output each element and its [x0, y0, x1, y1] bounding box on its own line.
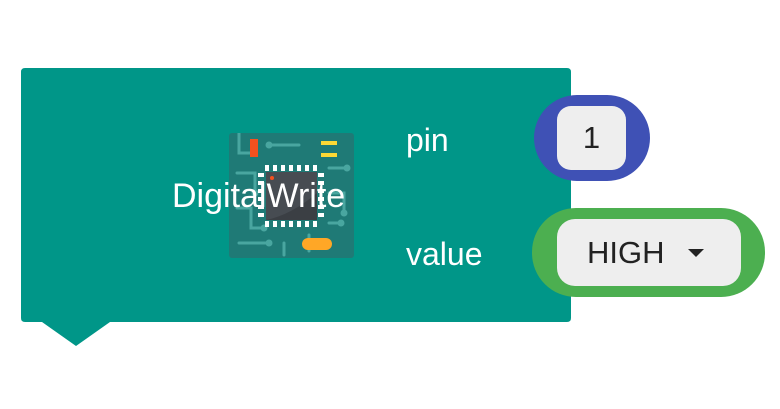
- pin-number-field[interactable]: 1: [557, 106, 626, 170]
- value-label: value: [406, 236, 483, 272]
- dropdown-arrow-icon: [688, 249, 704, 257]
- workspace-canvas: DigitalWrite pin 1 value HIGH: [0, 0, 780, 409]
- value-dropdown-selected: HIGH: [587, 234, 665, 270]
- value-dropdown[interactable]: HIGH: [557, 219, 741, 286]
- pin-label: pin: [406, 122, 449, 158]
- digitalwrite-block[interactable]: [0, 0, 780, 409]
- block-title: DigitalWrite: [172, 177, 346, 215]
